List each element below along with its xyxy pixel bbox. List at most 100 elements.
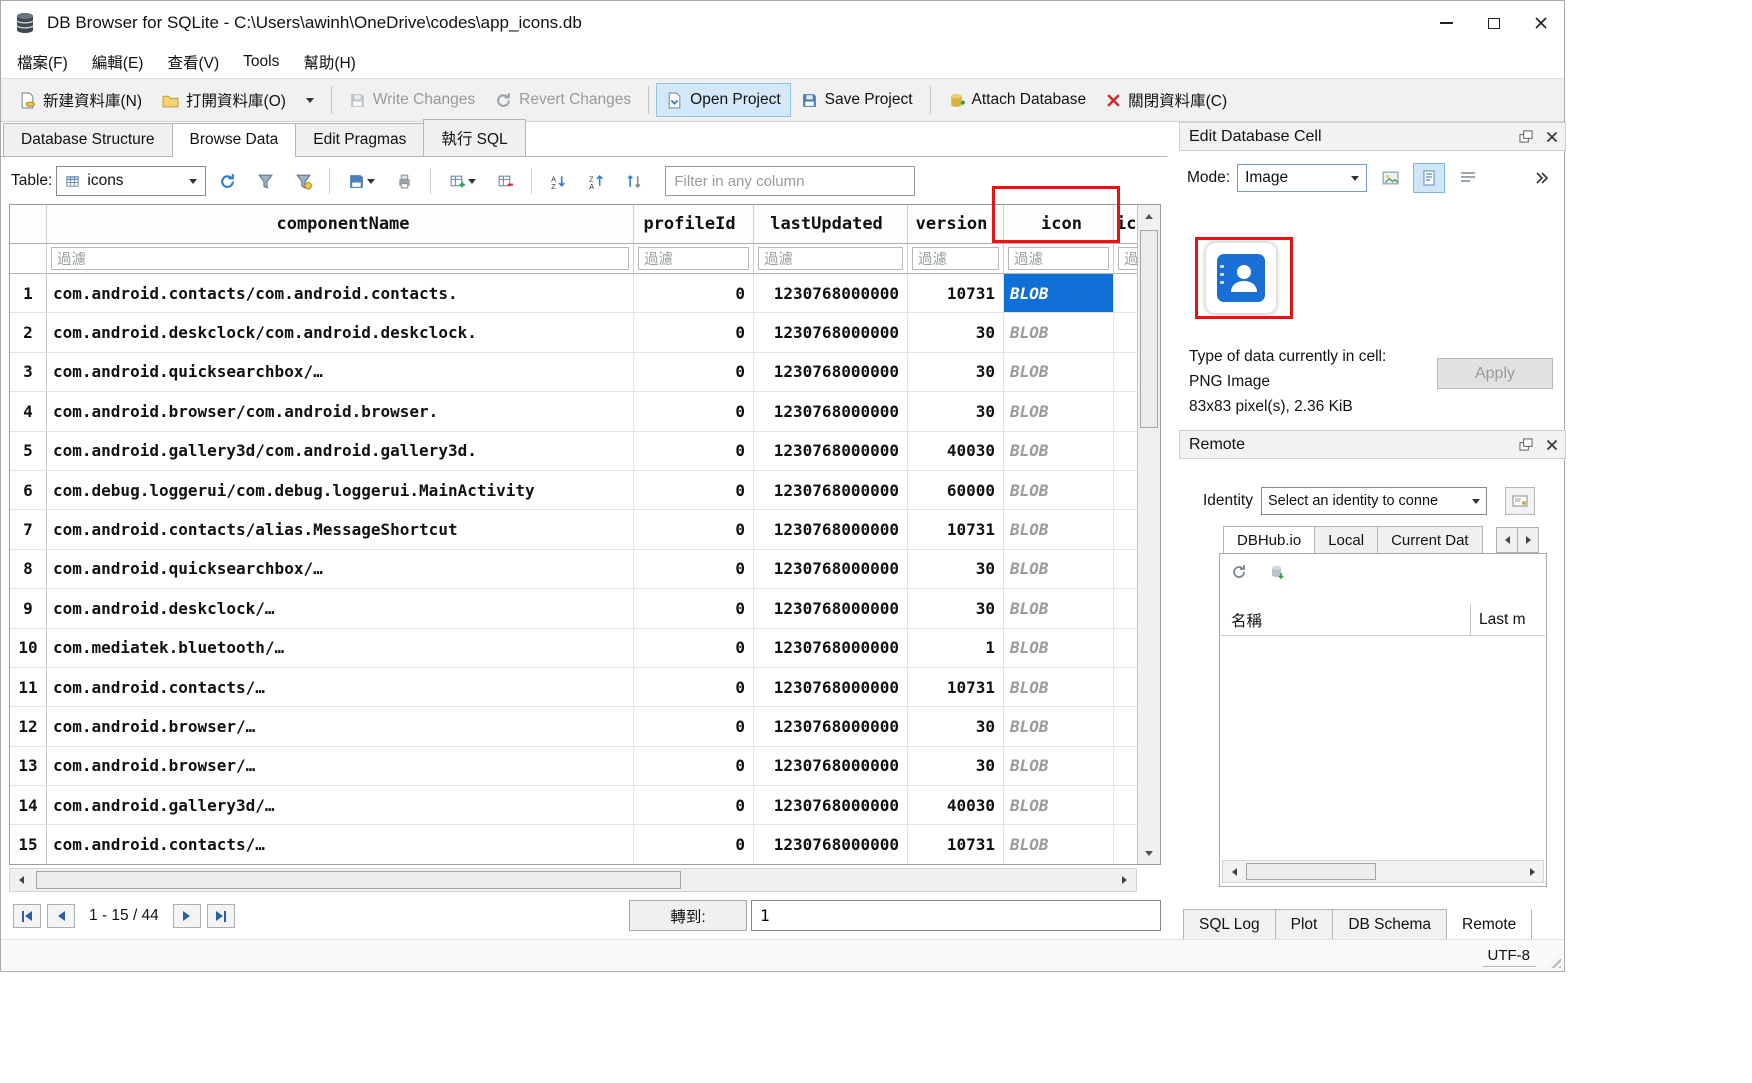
cell-componentName[interactable]: com.android.contacts/com.android.contact… xyxy=(47,274,634,312)
cell-profileId[interactable]: 0 xyxy=(634,707,754,745)
row-number[interactable]: 12 xyxy=(10,707,47,745)
cell-icon[interactable]: BLOB xyxy=(1004,392,1114,430)
cell-lastUpdated[interactable]: 1230768000000 xyxy=(754,392,908,430)
row-number[interactable]: 15 xyxy=(10,825,47,863)
cell-profileId[interactable]: 0 xyxy=(634,274,754,312)
row-number[interactable]: 4 xyxy=(10,392,47,430)
grid-horizontal-scrollbar[interactable] xyxy=(9,868,1137,892)
new-database-button[interactable]: 新建資料庫(N) xyxy=(9,81,152,119)
cell-profileId[interactable]: 0 xyxy=(634,589,754,627)
table-row[interactable]: 10 com.mediatek.bluetooth/… 0 1230768000… xyxy=(10,629,1160,668)
column-header-version[interactable]: version xyxy=(908,205,1004,243)
row-number[interactable]: 3 xyxy=(10,353,47,391)
filter-input-profileId[interactable]: 過濾 xyxy=(638,247,749,270)
cell-icon[interactable]: BLOB xyxy=(1004,629,1114,667)
row-number[interactable]: 5 xyxy=(10,432,47,470)
cell-version[interactable]: 40030 xyxy=(908,786,1004,824)
open-database-button[interactable]: 打開資料庫(O) xyxy=(152,81,296,119)
scroll-left-button[interactable] xyxy=(10,869,33,891)
cell-componentName[interactable]: com.android.gallery3d/com.android.galler… xyxy=(47,432,634,470)
mode-select[interactable]: Image xyxy=(1237,164,1367,192)
word-wrap-button[interactable] xyxy=(1452,163,1484,193)
cell-icon[interactable]: BLOB xyxy=(1004,432,1114,470)
cell-componentName[interactable]: com.android.quicksearchbox/… xyxy=(47,550,634,588)
scroll-left-button[interactable] xyxy=(1223,861,1245,882)
sort-desc-button[interactable]: ZA xyxy=(579,165,613,197)
table-row[interactable]: 11 com.android.contacts/… 0 123076800000… xyxy=(10,668,1160,707)
tab-browse-data[interactable]: Browse Data xyxy=(172,123,297,157)
table-row[interactable]: 14 com.android.gallery3d/… 0 12307680000… xyxy=(10,786,1160,825)
refresh-button[interactable] xyxy=(210,165,244,197)
table-row[interactable]: 12 com.android.browser/… 0 1230768000000… xyxy=(10,707,1160,746)
cell-componentName[interactable]: com.android.deskclock/… xyxy=(47,589,634,627)
cell-version[interactable]: 40030 xyxy=(908,432,1004,470)
cell-lastUpdated[interactable]: 1230768000000 xyxy=(754,510,908,548)
filter-any-column-input[interactable] xyxy=(665,166,915,196)
cell-version[interactable]: 10731 xyxy=(908,274,1004,312)
filter-input-lastUpdated[interactable]: 過濾 xyxy=(758,247,903,270)
table-row[interactable]: 13 com.android.browser/… 0 1230768000000… xyxy=(10,747,1160,786)
cell-icon[interactable]: BLOB xyxy=(1004,550,1114,588)
cell-version[interactable]: 10731 xyxy=(908,668,1004,706)
table-row[interactable]: 4 com.android.browser/com.android.browse… xyxy=(10,392,1160,431)
cell-componentName[interactable]: com.android.browser/… xyxy=(47,747,634,785)
cell-lastUpdated[interactable]: 1230768000000 xyxy=(754,786,908,824)
cell-componentName[interactable]: com.mediatek.bluetooth/… xyxy=(47,629,634,667)
tab-local[interactable]: Local xyxy=(1314,526,1378,554)
cell-version[interactable]: 30 xyxy=(908,313,1004,351)
cell-componentName[interactable]: com.android.quicksearchbox/… xyxy=(47,353,634,391)
tab-current-database[interactable]: Current Dat xyxy=(1377,526,1483,554)
close-panel-button[interactable] xyxy=(1539,433,1565,457)
row-number[interactable]: 9 xyxy=(10,589,47,627)
cell-componentName[interactable]: com.android.browser/com.android.browser. xyxy=(47,392,634,430)
scroll-right-button[interactable] xyxy=(1113,869,1136,891)
cell-profileId[interactable]: 0 xyxy=(634,392,754,430)
cell-icon[interactable]: BLOB xyxy=(1004,707,1114,745)
print-button[interactable] xyxy=(387,165,421,197)
remote-horizontal-scrollbar[interactable] xyxy=(1222,860,1544,883)
cell-icon[interactable]: BLOB xyxy=(1004,274,1114,312)
clone-database-button[interactable] xyxy=(1264,560,1290,584)
cell-componentName[interactable]: com.debug.loggerui/com.debug.loggerui.Ma… xyxy=(47,471,634,509)
cell-componentName[interactable]: com.android.gallery3d/… xyxy=(47,786,634,824)
cell-profileId[interactable]: 0 xyxy=(634,629,754,667)
apply-button[interactable]: Apply xyxy=(1437,358,1553,389)
cell-profileId[interactable]: 0 xyxy=(634,471,754,509)
menu-tools[interactable]: Tools xyxy=(231,47,291,77)
float-panel-button[interactable] xyxy=(1513,125,1539,149)
cell-version[interactable]: 30 xyxy=(908,747,1004,785)
row-number[interactable]: 8 xyxy=(10,550,47,588)
tab-database-structure[interactable]: Database Structure xyxy=(3,123,173,156)
sort-asc-button[interactable]: AZ xyxy=(541,165,575,197)
minimize-button[interactable] xyxy=(1423,1,1470,45)
row-number[interactable]: 14 xyxy=(10,786,47,824)
cell-lastUpdated[interactable]: 1230768000000 xyxy=(754,274,908,312)
scrollbar-thumb[interactable] xyxy=(1140,230,1158,428)
next-record-button[interactable] xyxy=(173,904,201,928)
import-image-button[interactable] xyxy=(1374,163,1406,193)
column-header-profileId[interactable]: profileId xyxy=(634,205,754,243)
cell-componentName[interactable]: com.android.contacts/… xyxy=(47,825,634,863)
maximize-button[interactable] xyxy=(1470,1,1517,45)
table-row[interactable]: 3 com.android.quicksearchbox/… 0 1230768… xyxy=(10,353,1160,392)
cell-componentName[interactable]: com.android.browser/… xyxy=(47,707,634,745)
cell-lastUpdated[interactable]: 1230768000000 xyxy=(754,550,908,588)
float-panel-button[interactable] xyxy=(1513,433,1539,457)
column-header-componentName[interactable]: componentName xyxy=(47,205,634,243)
delete-record-button[interactable] xyxy=(488,165,522,197)
cell-version[interactable]: 30 xyxy=(908,550,1004,588)
scroll-down-button[interactable] xyxy=(1138,842,1160,864)
last-modified-column-header[interactable]: Last m xyxy=(1471,611,1545,629)
row-number[interactable]: 6 xyxy=(10,471,47,509)
tab-scroll-left-button[interactable] xyxy=(1496,527,1518,553)
table-row[interactable]: 15 com.android.contacts/… 0 123076800000… xyxy=(10,825,1160,864)
open-project-button[interactable]: Open Project xyxy=(656,83,790,117)
menu-help[interactable]: 幫助(H) xyxy=(291,45,368,79)
resize-grip-icon[interactable] xyxy=(1547,954,1561,968)
cell-icon[interactable]: BLOB xyxy=(1004,471,1114,509)
cell-icon[interactable]: BLOB xyxy=(1004,353,1114,391)
clear-filters-button[interactable] xyxy=(248,165,282,197)
attach-database-button[interactable]: Attach Database xyxy=(938,83,1097,117)
cell-version[interactable]: 30 xyxy=(908,707,1004,745)
row-number[interactable]: 2 xyxy=(10,313,47,351)
